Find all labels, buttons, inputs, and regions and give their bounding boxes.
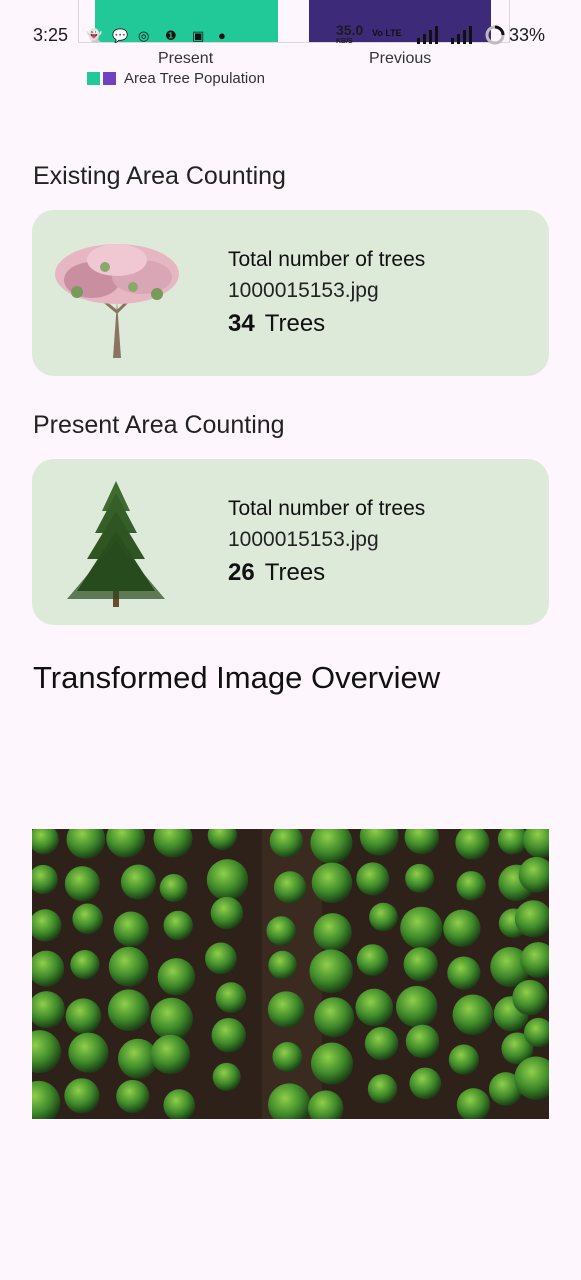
tree-canopy (311, 862, 353, 904)
aerial-forest-image (32, 829, 549, 1119)
tree-canopy (448, 1044, 479, 1075)
card-title: Total number of trees (228, 248, 426, 271)
present-area-card[interactable]: Total number of trees 1000015153.jpg 26 T… (32, 459, 549, 625)
present-area-title: Present Area Counting (33, 411, 285, 439)
tree-canopy (405, 863, 435, 893)
tree-canopy (272, 1042, 303, 1072)
tree-canopy (116, 1079, 150, 1114)
tree-canopy (443, 909, 481, 948)
tree-canopy (273, 871, 307, 904)
tree-canopy (267, 991, 305, 1028)
tree-canopy (72, 903, 103, 935)
whatsapp-icon: ◎ (138, 28, 150, 43)
tree-canopy (65, 998, 102, 1034)
tree-canopy (356, 944, 389, 976)
signal-icon (417, 26, 472, 44)
tree-canopy (113, 911, 149, 947)
tree-canopy (108, 946, 149, 987)
tree-canopy (70, 950, 100, 980)
x-tick-label: Present (158, 50, 214, 67)
x-tick-label: Previous (369, 50, 432, 67)
tree-canopy (313, 913, 352, 952)
calendar-icon: ▣ (192, 28, 205, 43)
card-filename: 1000015153.jpg (228, 279, 379, 302)
status-time: 3:25 (33, 25, 69, 45)
tree-canopy (364, 1026, 399, 1061)
dot-icon: ● (218, 28, 226, 43)
tree-canopy (163, 910, 193, 941)
chart-legend: Area Tree Population (87, 70, 265, 87)
tree-canopy (452, 994, 494, 1036)
tree-canopy (314, 997, 355, 1038)
tree-canopy (159, 873, 188, 903)
tree-canopy (356, 862, 390, 896)
tree-canopy (310, 1042, 354, 1085)
network-speed: 35.0 KB/S (336, 22, 364, 45)
tree-canopy (150, 997, 193, 1041)
app-icon: ❶ (165, 28, 177, 43)
legend-swatch-purple (103, 72, 116, 85)
tree-canopy (212, 1062, 241, 1091)
tree-canopy (215, 982, 247, 1013)
existing-area-card[interactable]: Total number of trees 1000015153.jpg 34 T… (32, 210, 549, 376)
tree-canopy (64, 866, 100, 902)
tree-canopy (309, 949, 353, 993)
tree-canopy (369, 902, 398, 932)
existing-area-title: Existing Area Counting (33, 162, 286, 190)
blossom-tree-image (55, 244, 179, 358)
legend-swatch-green (87, 72, 100, 85)
tree-canopy (157, 958, 196, 996)
status-bar: 3:25 👻 💬 ◎ ❶ ▣ ● 35.0 KB/S Vo LTE 33% (0, 22, 581, 50)
battery-icon (485, 25, 505, 45)
tree-canopy (409, 1067, 442, 1100)
chat-icon: 💬 (112, 28, 129, 43)
card-filename: 1000015153.jpg (228, 528, 379, 551)
tree-canopy (210, 896, 244, 930)
card-title: Total number of trees (228, 497, 426, 520)
snapchat-icon: 👻 (86, 28, 103, 43)
tree-canopy (64, 1078, 100, 1114)
tree-canopy (68, 1032, 109, 1073)
tree-canopy (355, 988, 394, 1027)
tree-canopy (367, 1074, 398, 1104)
tree-canopy (107, 989, 150, 1032)
tree-count: 26 Trees (228, 559, 326, 586)
tree-canopy (456, 871, 486, 901)
battery-percent: 33% (509, 25, 546, 45)
tree-canopy (205, 942, 237, 975)
legend-label: Area Tree Population (124, 70, 265, 87)
tree-count: 34 Trees (228, 310, 326, 337)
tree-canopy (120, 864, 156, 900)
tree-canopy (403, 947, 438, 982)
tree-canopy (512, 979, 548, 1016)
pine-tree-image (67, 481, 165, 607)
tree-canopy (268, 950, 297, 980)
tree-canopy (405, 1024, 440, 1059)
tree-canopy (206, 859, 249, 901)
tree-canopy (266, 916, 296, 946)
tree-canopy (447, 956, 481, 990)
volte-badge: Vo LTE (372, 28, 402, 38)
tree-canopy (395, 985, 438, 1028)
tree-canopy (150, 1034, 190, 1075)
tree-canopy (400, 906, 443, 950)
tree-canopy (211, 1017, 246, 1053)
overview-title: Transformed Image Overview (33, 660, 441, 695)
